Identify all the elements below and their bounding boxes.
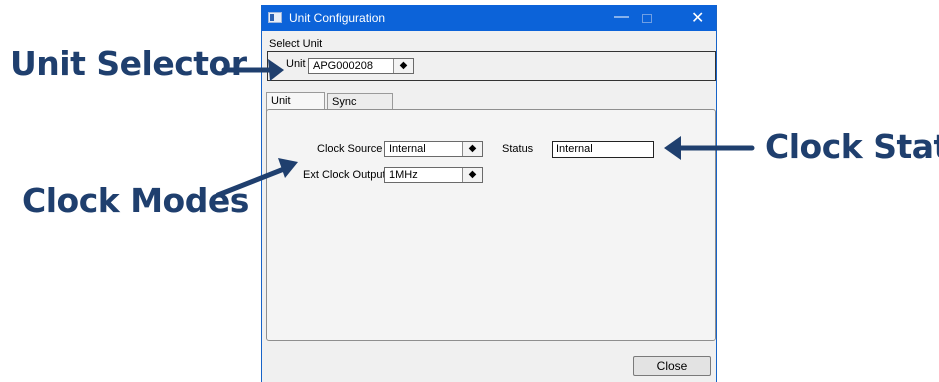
clock-source-select[interactable]: Internal ◆ [384, 141, 483, 157]
unit-clock-panel: Clock Source Internal ◆ Status Internal … [266, 109, 716, 341]
unit-label: Unit [286, 58, 306, 70]
ext-clock-output-select[interactable]: 1MHz ◆ [384, 167, 483, 183]
spinner-arrows-icon[interactable]: ◆ [393, 59, 413, 73]
clock-state-callout: Clock State [765, 127, 939, 166]
unit-selector-callout: Unit Selector [10, 44, 247, 83]
spinner-arrows-icon[interactable]: ◆ [462, 142, 482, 156]
status-label: Status [502, 143, 534, 155]
minimize-icon[interactable]: — [614, 8, 629, 25]
ext-clock-output-value: 1MHz [389, 169, 418, 181]
unit-configuration-window: Unit Configuration — ✕ Select Unit Unit … [261, 5, 717, 382]
window-title: Unit Configuration [289, 11, 386, 25]
select-unit-group: Unit APG000208 ◆ [267, 51, 716, 81]
spinner-arrows-icon[interactable]: ◆ [462, 168, 482, 182]
unit-select[interactable]: APG000208 ◆ [308, 58, 414, 74]
ext-clock-output-label: Ext Clock Output [303, 169, 386, 181]
close-icon[interactable]: ✕ [691, 8, 704, 28]
unit-select-value: APG000208 [313, 60, 373, 72]
clock-modes-callout: Clock Modes [22, 181, 249, 220]
title-bar: Unit Configuration — ✕ [262, 5, 716, 31]
close-button[interactable]: Close [633, 356, 711, 376]
app-icon [268, 12, 282, 23]
clock-source-value: Internal [389, 143, 426, 155]
status-field: Internal [552, 141, 654, 158]
clock-source-label: Clock Source [317, 143, 383, 155]
select-unit-label: Select Unit [269, 38, 323, 50]
maximize-icon[interactable] [642, 14, 652, 23]
